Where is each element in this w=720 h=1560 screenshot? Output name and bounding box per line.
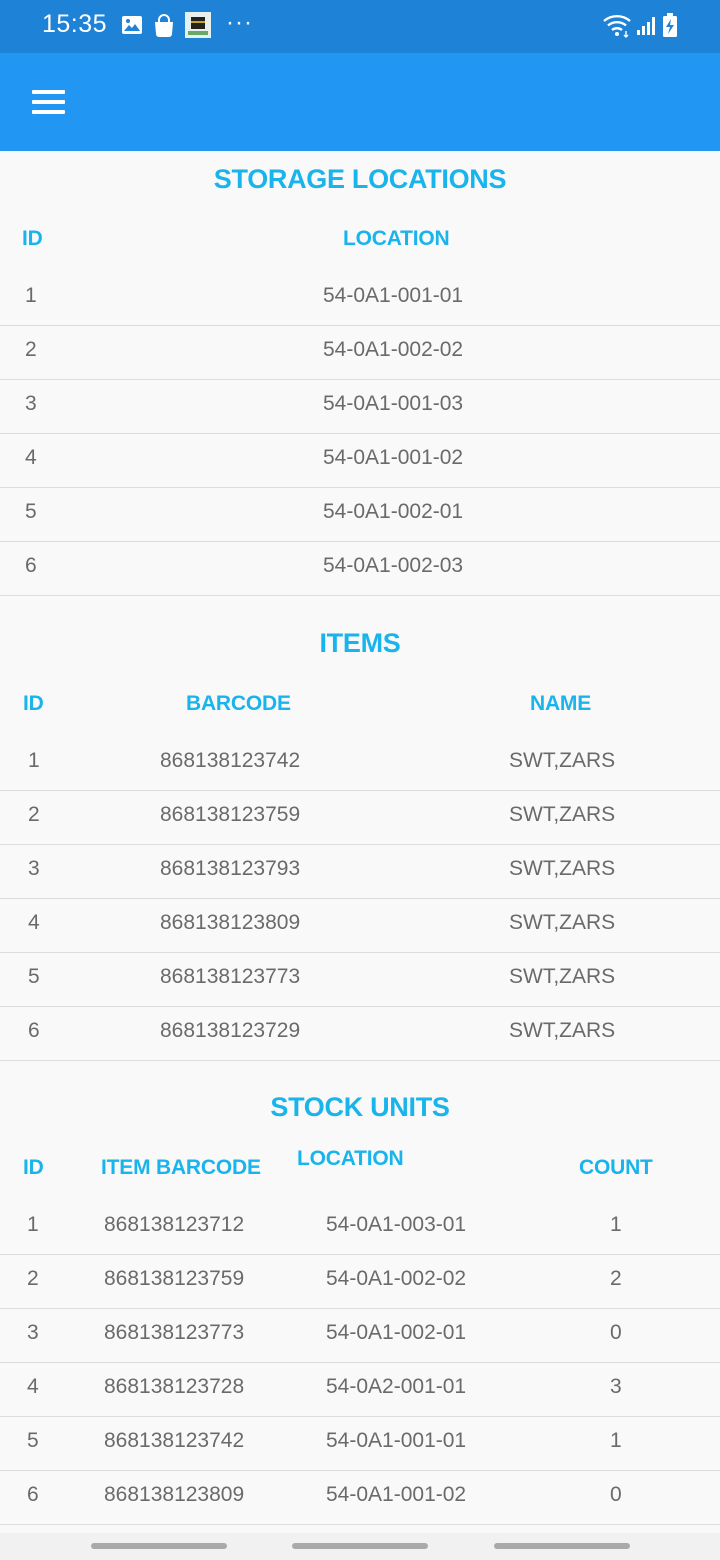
- stock-item-barcode-cell: 868138123712: [104, 1213, 245, 1236]
- stock-count-cell: 2: [610, 1267, 622, 1290]
- stock-location-barcode-cell: 54-0A1-002-02: [326, 1267, 467, 1290]
- table-row[interactable]: 3 54-0A1-001-03: [0, 380, 720, 434]
- items-barcode-header: BARCODE: [186, 692, 291, 715]
- wifi-icon: [603, 15, 631, 38]
- stock-count-cell: 1: [610, 1429, 622, 1452]
- table-row[interactable]: 4 54-0A1-001-02: [0, 434, 720, 488]
- stock-id-cell: 2: [27, 1267, 39, 1290]
- items-id-cell: 6: [28, 1019, 40, 1042]
- back-nav-button[interactable]: [494, 1543, 630, 1549]
- more-notifications-icon: ···: [226, 9, 253, 36]
- items-name-header: NAME: [530, 692, 592, 715]
- table-row[interactable]: 2 868138123759 SWT,ZARS: [0, 791, 720, 845]
- stock-location-barcode-header: LOCATION BARCODE: [297, 1147, 404, 1176]
- table-row[interactable]: 1 868138123742 SWT,ZARS: [0, 737, 720, 791]
- recent-apps-nav-button[interactable]: [91, 1543, 227, 1549]
- stock-id-header: ID: [23, 1156, 44, 1179]
- items-barcode-cell: 868138123793: [160, 857, 301, 880]
- table-row[interactable]: 5 868138123773 SWT,ZARS: [0, 953, 720, 1007]
- table-row[interactable]: 2 868138123759 54-0A1-002-02 2: [0, 1255, 720, 1309]
- storage-location-cell: 54-0A1-001-01: [323, 284, 464, 307]
- stock-count-cell: 3: [610, 1375, 622, 1398]
- table-row[interactable]: 6 868138123809 54-0A1-001-02 0: [0, 1471, 720, 1525]
- items-title: ITEMS: [319, 628, 401, 658]
- items-id-cell: 5: [28, 965, 40, 988]
- stock-count-header: COUNT: [579, 1156, 653, 1179]
- stock-item-barcode-cell: 868138123728: [104, 1375, 245, 1398]
- stock-item-barcode-cell: 868138123773: [104, 1321, 245, 1344]
- stock-location-barcode-cell: 54-0A1-003-01: [326, 1213, 467, 1236]
- stock-location-barcode-cell: 54-0A2-001-01: [326, 1375, 467, 1398]
- items-name-cell: SWT,ZARS: [509, 803, 616, 826]
- stock-count-cell: 1: [610, 1213, 622, 1236]
- stock-item-barcode-cell: 868138123809: [104, 1483, 245, 1506]
- items-name-cell: SWT,ZARS: [509, 911, 616, 934]
- stock-location-barcode-cell: 54-0A1-002-01: [326, 1321, 467, 1344]
- storage-location-cell: 54-0A1-002-01: [323, 500, 464, 523]
- items-barcode-cell: 868138123742: [160, 749, 301, 772]
- app-bar: [0, 53, 720, 151]
- items-id-cell: 2: [28, 803, 40, 826]
- stock-units-title: STOCK UNITS: [270, 1092, 450, 1122]
- storage-location-cell: 54-0A1-002-03: [323, 554, 464, 577]
- stock-id-cell: 4: [27, 1375, 39, 1398]
- storage-id-cell: 4: [25, 446, 37, 469]
- items-name-cell: SWT,ZARS: [509, 1019, 616, 1042]
- items-barcode-cell: 868138123809: [160, 911, 301, 934]
- shopping-bag-icon: [155, 14, 173, 37]
- storage-location-header: LOCATION: [343, 227, 450, 250]
- table-row[interactable]: 6 868138123729 SWT,ZARS: [0, 1007, 720, 1061]
- stock-count-cell: 0: [610, 1321, 622, 1344]
- items-id-header: ID: [23, 692, 44, 715]
- table-row[interactable]: 3 868138123773 54-0A1-002-01 0: [0, 1309, 720, 1363]
- stock-item-barcode-cell: 868138123759: [104, 1267, 245, 1290]
- signal-icon: [637, 17, 655, 35]
- stock-location-barcode-cell: 54-0A1-001-01: [326, 1429, 467, 1452]
- app-thumbnail-icon: [185, 12, 211, 38]
- battery-charging-icon: [663, 13, 677, 37]
- table-row[interactable]: 2 54-0A1-002-02: [0, 326, 720, 380]
- table-row[interactable]: 4 868138123728 54-0A2-001-01 3: [0, 1363, 720, 1417]
- table-row[interactable]: 3 868138123793 SWT,ZARS: [0, 845, 720, 899]
- stock-id-cell: 1: [27, 1213, 39, 1236]
- storage-id-cell: 1: [25, 284, 37, 307]
- table-row[interactable]: 5 868138123742 54-0A1-001-01 1: [0, 1417, 720, 1471]
- items-name-cell: SWT,ZARS: [509, 749, 616, 772]
- storage-id-cell: 5: [25, 500, 37, 523]
- items-barcode-cell: 868138123729: [160, 1019, 301, 1042]
- gallery-icon: [122, 16, 142, 34]
- stock-location-barcode-cell: 54-0A1-001-02: [326, 1483, 467, 1506]
- system-navigation-bar: [0, 1533, 720, 1560]
- storage-id-cell: 6: [25, 554, 37, 577]
- table-row[interactable]: 5 54-0A1-002-01: [0, 488, 720, 542]
- items-barcode-cell: 868138123759: [160, 803, 301, 826]
- items-id-cell: 3: [28, 857, 40, 880]
- storage-id-cell: 3: [25, 392, 37, 415]
- hamburger-menu-icon[interactable]: [26, 83, 72, 123]
- storage-location-cell: 54-0A1-002-02: [323, 338, 464, 361]
- table-row[interactable]: 6 54-0A1-002-03: [0, 542, 720, 596]
- storage-locations-title: STORAGE LOCATIONS: [213, 164, 507, 194]
- home-nav-button[interactable]: [292, 1543, 428, 1549]
- items-barcode-cell: 868138123773: [160, 965, 301, 988]
- storage-id-cell: 2: [25, 338, 37, 361]
- items-id-cell: 4: [28, 911, 40, 934]
- stock-item-barcode-cell: 868138123742: [104, 1429, 245, 1452]
- table-row[interactable]: 4 868138123809 SWT,ZARS: [0, 899, 720, 953]
- stock-id-cell: 3: [27, 1321, 39, 1344]
- stock-id-cell: 6: [27, 1483, 39, 1506]
- stock-item-barcode-header: ITEM BARCODE: [101, 1156, 261, 1179]
- storage-location-cell: 54-0A1-001-03: [323, 392, 464, 415]
- status-time: 15:35: [42, 10, 108, 38]
- items-id-cell: 1: [28, 749, 40, 772]
- storage-id-header: ID: [22, 227, 43, 250]
- table-row[interactable]: 1 54-0A1-001-01: [0, 272, 720, 326]
- status-bar: 15:35 ···: [0, 0, 720, 53]
- items-name-cell: SWT,ZARS: [509, 857, 616, 880]
- storage-location-cell: 54-0A1-001-02: [323, 446, 464, 469]
- items-name-cell: SWT,ZARS: [509, 965, 616, 988]
- stock-id-cell: 5: [27, 1429, 39, 1452]
- stock-count-cell: 0: [610, 1483, 622, 1506]
- table-row[interactable]: 1 868138123712 54-0A1-003-01 1: [0, 1201, 720, 1255]
